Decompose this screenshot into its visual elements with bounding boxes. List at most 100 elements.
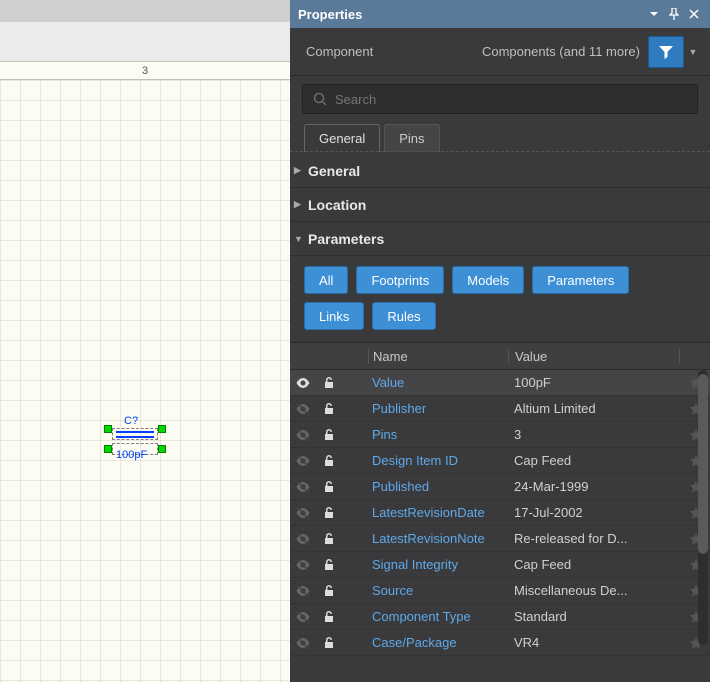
visibility-toggle-icon[interactable]	[290, 427, 316, 443]
chevron-right-icon: ▶	[294, 165, 308, 176]
filter-chip-parameters[interactable]: Parameters	[532, 266, 629, 294]
section-label: Location	[308, 197, 366, 213]
selection-rect	[112, 428, 158, 440]
parameter-name[interactable]: Signal Integrity	[368, 557, 508, 572]
visibility-toggle-icon[interactable]	[290, 375, 316, 391]
filter-chip-all[interactable]: All	[304, 266, 348, 294]
parameter-row[interactable]: Component TypeStandard	[290, 604, 710, 630]
component-value-label[interactable]: 100pF	[116, 449, 147, 461]
filter-dropdown-caret[interactable]: ▼	[686, 47, 700, 57]
parameter-row[interactable]: Published24-Mar-1999	[290, 474, 710, 500]
visibility-toggle-icon[interactable]	[290, 453, 316, 469]
parameter-row[interactable]: Pins3	[290, 422, 710, 448]
parameter-row[interactable]: Design Item IDCap Feed	[290, 448, 710, 474]
pin-icon[interactable]	[666, 6, 682, 22]
resize-handle[interactable]	[104, 425, 112, 433]
visibility-toggle-icon[interactable]	[290, 557, 316, 573]
parameter-row[interactable]: PublisherAltium Limited	[290, 396, 710, 422]
parameter-name[interactable]: Source	[368, 583, 508, 598]
section-general[interactable]: ▶ General	[290, 154, 710, 188]
filter-button[interactable]	[648, 36, 684, 68]
visibility-toggle-icon[interactable]	[290, 505, 316, 521]
parameter-name[interactable]: Publisher	[368, 401, 508, 416]
parameter-row[interactable]: SourceMiscellaneous De...	[290, 578, 710, 604]
parameter-row[interactable]: LatestRevisionDate17-Jul-2002	[290, 500, 710, 526]
search-box[interactable]	[302, 84, 698, 114]
filter-chip-footprints[interactable]: Footprints	[356, 266, 444, 294]
lock-icon[interactable]	[316, 610, 342, 624]
parameter-name[interactable]: Case/Package	[368, 635, 508, 650]
panel-menu-icon[interactable]	[646, 6, 662, 22]
capacitor-component[interactable]: C? 100pF	[104, 415, 166, 475]
parameter-value[interactable]: 24-Mar-1999	[508, 479, 682, 494]
parameter-value[interactable]: 3	[508, 427, 682, 442]
section-location[interactable]: ▶ Location	[290, 188, 710, 222]
parameter-value[interactable]: Re-released for D...	[508, 531, 682, 546]
section-label: General	[308, 163, 360, 179]
parameter-value[interactable]: Cap Feed	[508, 453, 682, 468]
parameter-value[interactable]: Miscellaneous De...	[508, 583, 682, 598]
column-value[interactable]: Value	[508, 349, 680, 364]
parameter-name[interactable]: Pins	[368, 427, 508, 442]
section-label: Parameters	[308, 231, 384, 247]
panel-title: Properties	[298, 7, 362, 22]
properties-header: Component Components (and 11 more) ▼	[290, 28, 710, 76]
parameter-name[interactable]: Component Type	[368, 609, 508, 624]
tab-general[interactable]: General	[304, 124, 380, 152]
canvas-toolbar	[0, 0, 290, 62]
tab-pins[interactable]: Pins	[384, 124, 439, 152]
visibility-toggle-icon[interactable]	[290, 401, 316, 417]
parameter-value[interactable]: Standard	[508, 609, 682, 624]
parameter-name[interactable]: Design Item ID	[368, 453, 508, 468]
resize-handle[interactable]	[158, 425, 166, 433]
lock-icon[interactable]	[316, 376, 342, 390]
chevron-down-icon: ▼	[294, 234, 308, 244]
filter-chip-rules[interactable]: Rules	[372, 302, 435, 330]
parameter-value[interactable]: Altium Limited	[508, 401, 682, 416]
lock-icon[interactable]	[316, 402, 342, 416]
parameter-row[interactable]: Case/PackageVR4	[290, 630, 710, 656]
filter-chip-models[interactable]: Models	[452, 266, 524, 294]
scrollbar-thumb[interactable]	[698, 374, 708, 554]
parameter-name[interactable]: LatestRevisionDate	[368, 505, 508, 520]
parameter-value[interactable]: 100pF	[508, 375, 682, 390]
resize-handle[interactable]	[104, 445, 112, 453]
visibility-toggle-icon[interactable]	[290, 635, 316, 651]
parameter-name[interactable]: Published	[368, 479, 508, 494]
parameter-name[interactable]: LatestRevisionNote	[368, 531, 508, 546]
funnel-icon	[658, 44, 674, 60]
parameter-value[interactable]: VR4	[508, 635, 682, 650]
parameter-row[interactable]: Signal IntegrityCap Feed	[290, 552, 710, 578]
visibility-toggle-icon[interactable]	[290, 531, 316, 547]
object-kind-label: Component	[306, 44, 373, 59]
close-icon[interactable]	[686, 6, 702, 22]
lock-icon[interactable]	[316, 480, 342, 494]
ruler-horizontal: 3	[0, 62, 290, 80]
lock-icon[interactable]	[316, 584, 342, 598]
resize-handle[interactable]	[158, 445, 166, 453]
section-parameters[interactable]: ▼ Parameters	[290, 222, 710, 256]
canvas-grid[interactable]: C? 100pF	[0, 80, 290, 682]
search-input[interactable]	[335, 92, 687, 107]
component-designator[interactable]: C?	[124, 415, 138, 427]
panel-titlebar[interactable]: Properties	[290, 0, 710, 28]
parameter-row[interactable]: LatestRevisionNoteRe-released for D...	[290, 526, 710, 552]
column-name[interactable]: Name	[368, 349, 508, 364]
chevron-right-icon: ▶	[294, 199, 308, 210]
lock-icon[interactable]	[316, 558, 342, 572]
lock-icon[interactable]	[316, 454, 342, 468]
lock-icon[interactable]	[316, 428, 342, 442]
filter-summary[interactable]: Components (and 11 more)	[482, 44, 640, 59]
lock-icon[interactable]	[316, 506, 342, 520]
lock-icon[interactable]	[316, 532, 342, 546]
visibility-toggle-icon[interactable]	[290, 609, 316, 625]
parameter-name[interactable]: Value	[368, 375, 508, 390]
lock-icon[interactable]	[316, 636, 342, 650]
filter-chip-links[interactable]: Links	[304, 302, 364, 330]
visibility-toggle-icon[interactable]	[290, 583, 316, 599]
schematic-canvas[interactable]: 3 C? 100pF	[0, 0, 290, 682]
visibility-toggle-icon[interactable]	[290, 479, 316, 495]
parameter-value[interactable]: 17-Jul-2002	[508, 505, 682, 520]
parameter-value[interactable]: Cap Feed	[508, 557, 682, 572]
parameter-row[interactable]: Value100pF	[290, 370, 710, 396]
